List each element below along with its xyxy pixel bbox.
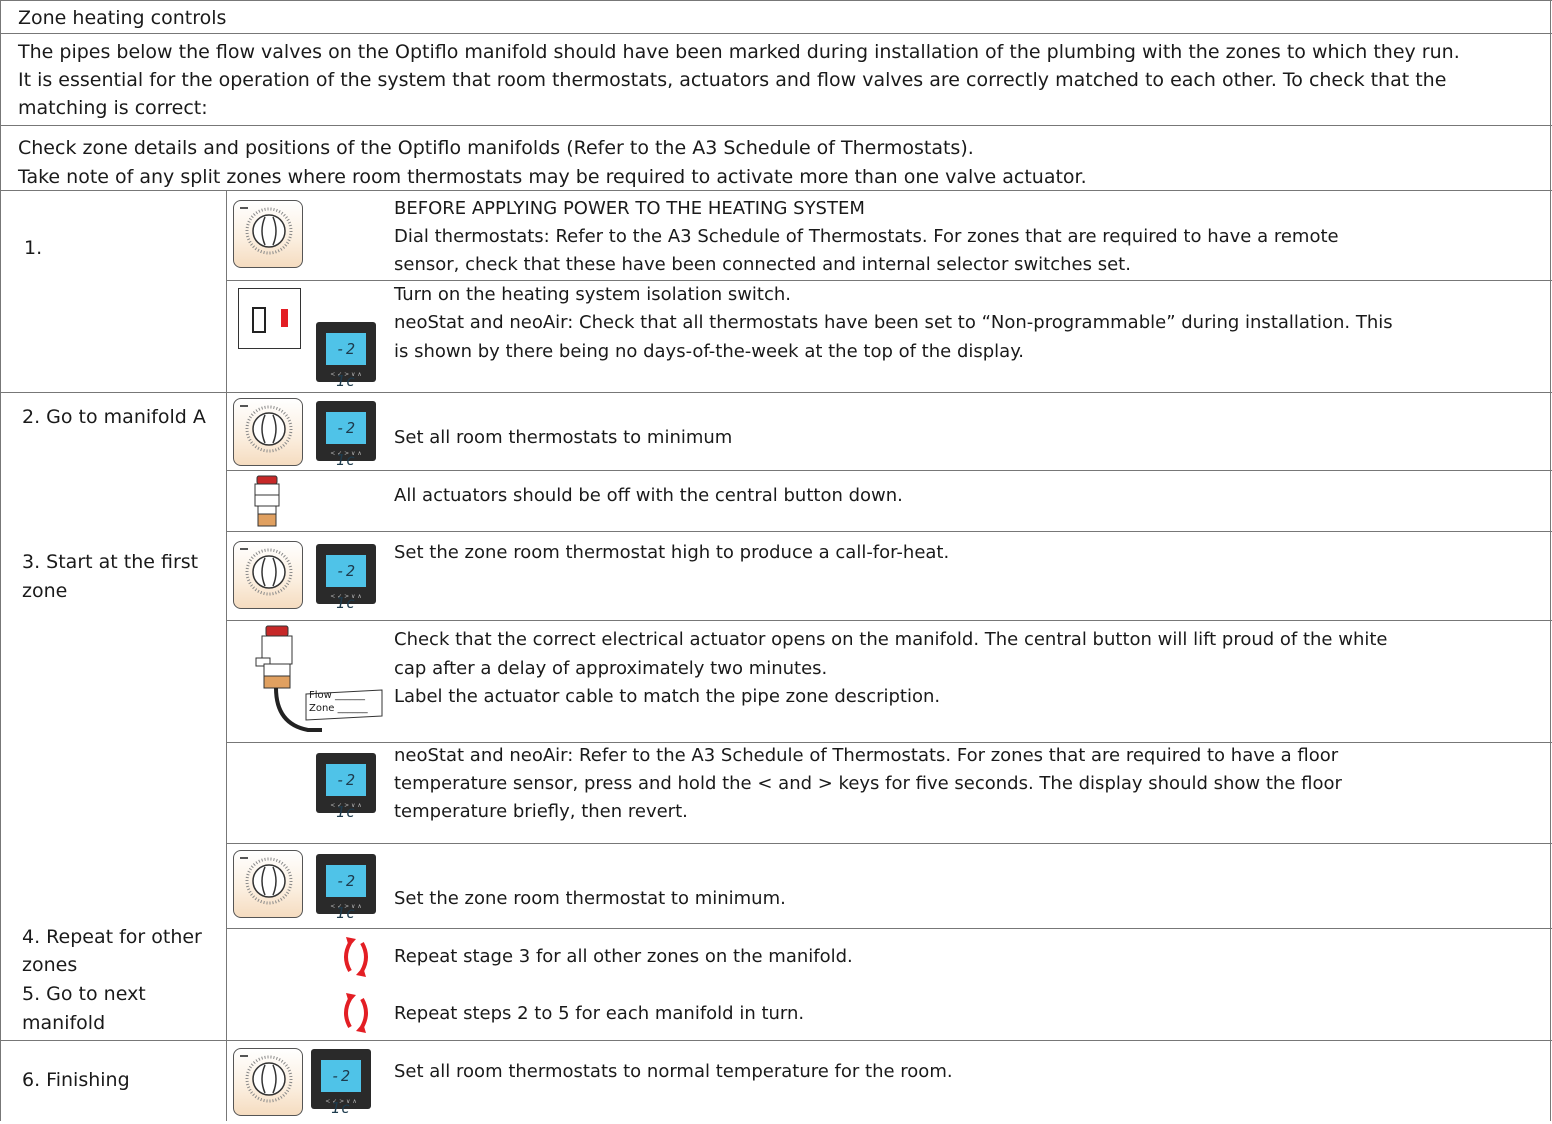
check-line: Check zone details and positions of the … (18, 137, 974, 159)
instruction-text: All actuators should be off with the cen… (394, 485, 903, 506)
instruction-text: neoStat and neoAir: Refer to the A3 Sche… (394, 745, 1339, 766)
rule (1550, 0, 1551, 1121)
instruction-text: Set all room thermostats to minimum (394, 427, 733, 448)
rule (0, 0, 1, 1121)
dial-thermostat-icon (233, 398, 303, 466)
instruction-text: BEFORE APPLYING POWER TO THE HEATING SYS… (394, 198, 865, 219)
instruction-text: Turn on the heating system isolation swi… (394, 284, 792, 305)
dial-thermostat-icon (233, 200, 303, 268)
step-label: 3. Start at the first (22, 551, 199, 573)
instruction-text: Dial thermostats: Refer to the A3 Schedu… (394, 226, 1339, 247)
neostat-icon: -2 1c < ✓ > ∨ ∧ (311, 1049, 371, 1117)
neostat-icon: -2 1c < ✓ > ∨ ∧ (316, 753, 376, 821)
rule (226, 531, 1552, 532)
instruction-text: is shown by there being no days-of-the-w… (394, 341, 1025, 362)
rule (0, 1040, 1552, 1041)
zone-tag-label: Zone ______ (309, 703, 368, 714)
dial-thermostat-icon (233, 850, 303, 918)
instruction-text: temperature sensor, press and hold the <… (394, 773, 1342, 794)
instruction-text: cap after a delay of approximately two m… (394, 658, 828, 679)
rule (0, 33, 1552, 34)
neostat-icon: -2 1c < ✓ > ∨ ∧ (316, 322, 376, 390)
step-label: 2. Go to manifold A (22, 406, 206, 428)
intro-line: matching is correct: (18, 97, 208, 119)
instruction-text: Set the zone room thermostat to minimum. (394, 888, 786, 909)
actuator-icon (255, 625, 383, 732)
neostat-icon: -2 1c < ✓ > ∨ ∧ (316, 544, 376, 612)
neostat-icon: -2 1c < ✓ > ∨ ∧ (316, 401, 376, 469)
rule (0, 392, 1552, 393)
actuator-icon (254, 475, 280, 527)
repeat-arrows-icon (344, 993, 368, 1033)
step-label: 4. Repeat for other (22, 926, 202, 948)
instruction-text: sensor, check that these have been conne… (394, 254, 1131, 275)
dial-thermostat-icon (233, 541, 303, 609)
step-label: manifold (22, 1012, 106, 1034)
rule (226, 190, 227, 1121)
instruction-text: Set all room thermostats to normal tempe… (394, 1061, 953, 1082)
step-label: 5. Go to next (22, 983, 146, 1005)
instruction-text: Repeat steps 2 to 5 for each manifold in… (394, 1003, 805, 1024)
dial-thermostat-icon (233, 1048, 303, 1116)
rule (226, 470, 1552, 471)
instruction-text: Check that the correct electrical actuat… (394, 629, 1388, 650)
instruction-text: Set the zone room thermostat high to pro… (394, 542, 950, 563)
repeat-arrows-icon (344, 937, 368, 977)
rule (0, 125, 1552, 126)
rule (0, 0, 1552, 1)
step-label: zones (22, 954, 78, 976)
instruction-text: temperature briefly, then revert. (394, 801, 688, 822)
neostat-icon: -2 1c < ✓ > ∨ ∧ (316, 854, 376, 922)
step-label: 6. Finishing (22, 1069, 130, 1091)
check-line: Take note of any split zones where room … (18, 166, 1087, 188)
page-title: Zone heating controls (18, 7, 227, 29)
step-label: 1. (24, 237, 43, 259)
instruction-text: Label the actuator cable to match the pi… (394, 686, 941, 707)
isolation-switch-icon (238, 288, 301, 349)
rule (226, 843, 1552, 844)
instruction-text: Repeat stage 3 for all other zones on th… (394, 946, 853, 967)
instruction-text: neoStat and neoAir: Check that all therm… (394, 312, 1393, 333)
rule (226, 620, 1552, 621)
step-label: zone (22, 580, 68, 602)
rule (226, 928, 1552, 929)
intro-line: The pipes below the flow valves on the O… (18, 41, 1460, 63)
intro-line: It is essential for the operation of the… (18, 69, 1447, 91)
flow-tag-label: Flow ______ (309, 690, 366, 701)
